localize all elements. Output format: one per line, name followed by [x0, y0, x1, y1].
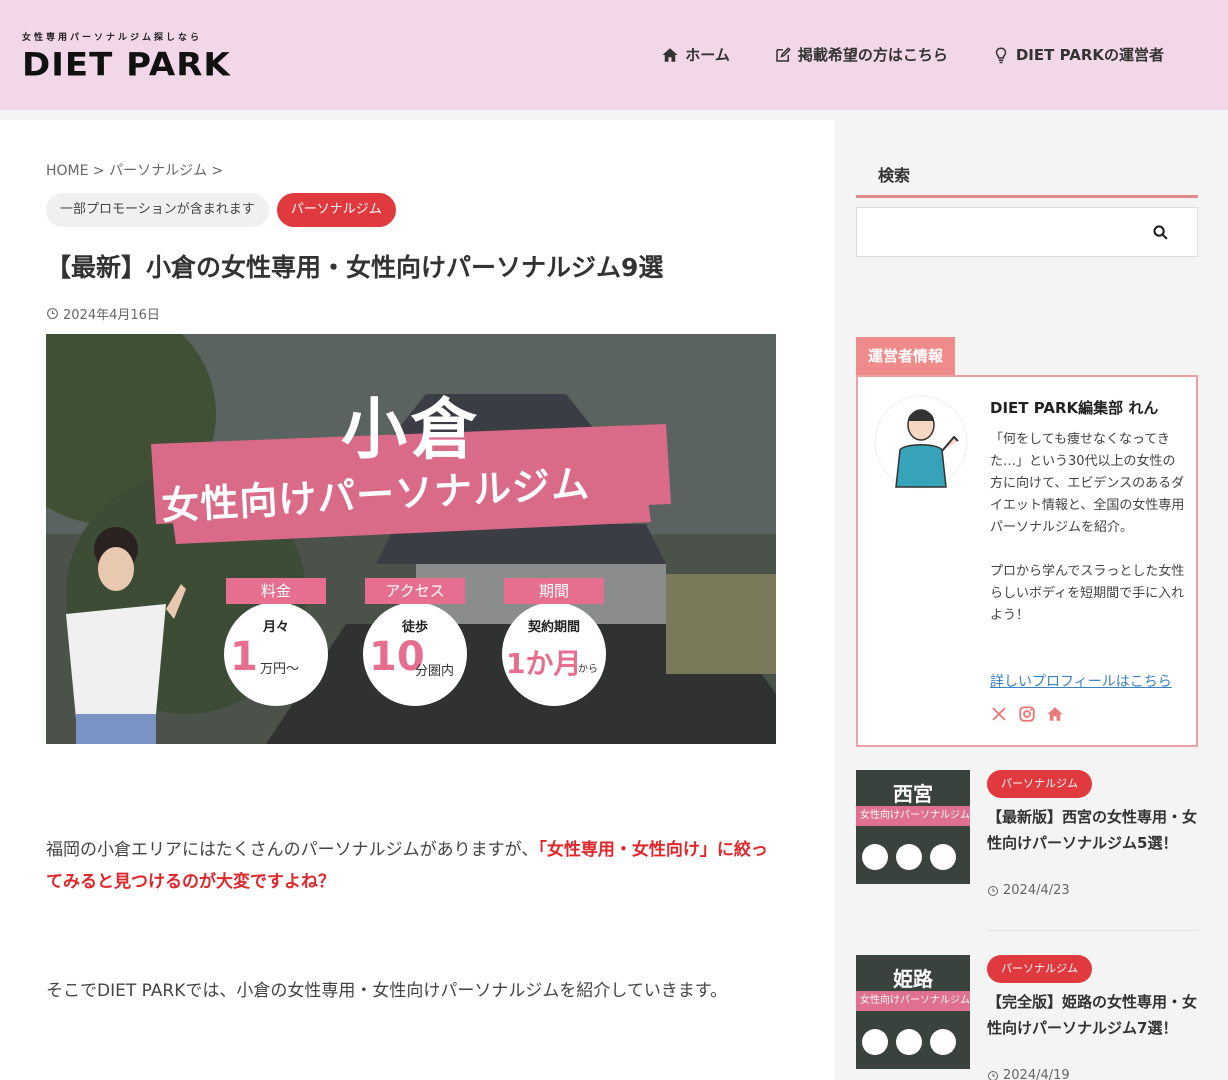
thumb-badges: [862, 844, 956, 870]
post-thumbnail[interactable]: 姫路 女性向けパーソナルジム: [856, 955, 970, 1069]
price-badge-value: 1: [230, 634, 258, 680]
hero-city: 小倉: [341, 391, 481, 468]
home-icon: [662, 47, 678, 62]
intro-paragraph: 福岡の小倉エリアにはたくさんのパーソナルジムがありますが、「女性専用・女性向け」…: [46, 834, 776, 898]
post-date-text: 2024年4月16日: [63, 308, 160, 323]
period-badge-label: 期間: [504, 578, 604, 604]
page-title: 【最新】小倉の女性専用・女性向けパーソナルジム9選: [46, 253, 664, 282]
post-thumbnail[interactable]: 西宮 女性向けパーソナルジム: [856, 770, 970, 884]
promo-pill: 一部プロモーションが含まれます: [46, 193, 269, 227]
search-input[interactable]: [856, 207, 1198, 257]
related-post[interactable]: 西宮 女性向けパーソナルジム パーソナルジム 【最新版】西宮の女性専用・女性向け…: [856, 770, 1198, 942]
logo-text: DIET PARK: [22, 46, 231, 84]
profile-link[interactable]: 詳しいプロフィールはこちら: [990, 671, 1172, 691]
thumb-band: 女性向けパーソナルジム: [856, 991, 970, 1011]
related-post[interactable]: 姫路 女性向けパーソナルジム パーソナルジム 【完全版】姫路の女性専用・女性向け…: [856, 955, 1198, 1080]
main-content: HOME > パーソナルジム > 一部プロモーションが含まれます パーソナルジム…: [0, 120, 834, 1080]
price-badge-label: 料金: [226, 578, 326, 604]
post-title[interactable]: 【最新版】西宮の女性専用・女性向けパーソナルジム5選！: [987, 804, 1199, 856]
operator-desc-1: 「何をしても痩せなくなってきた…」という30代以上の女性の方に向けて、エビデンス…: [990, 432, 1185, 535]
intro-text: 福岡の小倉エリアにはたくさんのパーソナルジムがありますが、: [46, 840, 539, 860]
post-title[interactable]: 【完全版】姫路の女性専用・女性向けパーソナルジム7選！: [987, 989, 1198, 1041]
clock-icon: [988, 885, 998, 896]
price-badge: 料金 月々 1 万円〜: [224, 578, 328, 706]
period-badge-top: 契約期間: [527, 620, 580, 635]
access-badge-top: 徒歩: [401, 620, 428, 635]
access-badge-unit: 分圏内: [415, 664, 455, 679]
post-date-text: 2024/4/23: [1003, 883, 1070, 898]
x-icon[interactable]: [990, 705, 1008, 723]
operator-name: DIET PARK編集部 れん: [990, 399, 1159, 417]
operator-box: DIET PARK編集部 れん 「何をしても痩せなくなってきた…」という30代以…: [856, 375, 1198, 747]
price-badge-top: 月々: [262, 620, 289, 635]
breadcrumb[interactable]: HOME > パーソナルジム >: [46, 160, 223, 180]
thumb-city: 姫路: [893, 967, 933, 991]
divider: [987, 930, 1198, 931]
site-header: 女性専用パーソナルジム探しなら DIET PARK ホーム 掲載希望の方はこちら…: [0, 0, 1228, 110]
thumb-city: 西宮: [893, 782, 933, 806]
operator-desc-2: プロから学んでスラっとした女性らしいボディを短期間で手に入れよう！: [990, 564, 1185, 623]
thumb-band: 女性向けパーソナルジム: [856, 806, 970, 826]
access-badge: アクセス 徒歩 10 分圏内: [363, 578, 467, 706]
instagram-icon[interactable]: [1018, 705, 1036, 723]
hero-image: 小倉 女性向けパーソナルジム 料金 月々 1 万円〜 アクセス 徒歩 10 分圏…: [46, 334, 776, 744]
category-pill[interactable]: パーソナルジム: [276, 193, 396, 227]
edit-icon: [776, 46, 791, 62]
clock-icon: [47, 308, 58, 319]
avatar: [874, 395, 968, 489]
home-icon[interactable]: [1046, 705, 1064, 723]
period-badge: 期間 契約期間 1か月 から: [502, 578, 606, 706]
nav-operator-label: DIET PARKの運営者: [1015, 46, 1164, 64]
operator-tab: 運営者情報: [856, 337, 956, 375]
period-badge-value: 1か月: [506, 647, 582, 680]
nav-home[interactable]: ホーム: [661, 44, 730, 65]
nav-listing[interactable]: 掲載希望の方はこちら: [774, 44, 948, 65]
nav-home-label: ホーム: [685, 46, 730, 64]
nav-operator[interactable]: DIET PARKの運営者: [992, 44, 1164, 65]
lightbulb-icon: [995, 46, 1007, 63]
logo-tagline: 女性専用パーソナルジム探しなら: [22, 33, 203, 43]
post-category[interactable]: パーソナルジム: [987, 955, 1092, 983]
post-category[interactable]: パーソナルジム: [987, 770, 1092, 798]
search-icon[interactable]: [1152, 224, 1169, 241]
article-pills: 一部プロモーションが含まれます パーソナルジム: [46, 193, 396, 227]
price-badge-unit: 万円〜: [260, 662, 300, 677]
access-badge-label: アクセス: [365, 578, 465, 604]
main-nav: ホーム 掲載希望の方はこちら DIET PARKの運営者: [661, 44, 1164, 65]
post-date: 2024/4/19: [987, 1068, 1070, 1080]
post-date: 2024年4月16日: [46, 304, 160, 323]
nav-listing-label: 掲載希望の方はこちら: [797, 46, 948, 64]
period-badge-unit: から: [578, 664, 598, 675]
post-date-text: 2024/4/19: [1003, 1068, 1070, 1080]
clock-icon: [988, 1070, 998, 1080]
thumb-badges: [862, 1029, 956, 1055]
operator-description: 「何をしても痩せなくなってきた…」という30代以上の女性の方に向けて、エビデンス…: [990, 429, 1186, 627]
social-links: [990, 705, 1064, 723]
post-date: 2024/4/23: [987, 883, 1070, 898]
site-logo[interactable]: 女性専用パーソナルジム探しなら DIET PARK: [22, 30, 231, 85]
second-paragraph: そこでDIET PARKでは、小倉の女性専用・女性向けパーソナルジムを紹介してい…: [46, 981, 728, 1001]
search-heading: 検索: [856, 162, 1198, 198]
